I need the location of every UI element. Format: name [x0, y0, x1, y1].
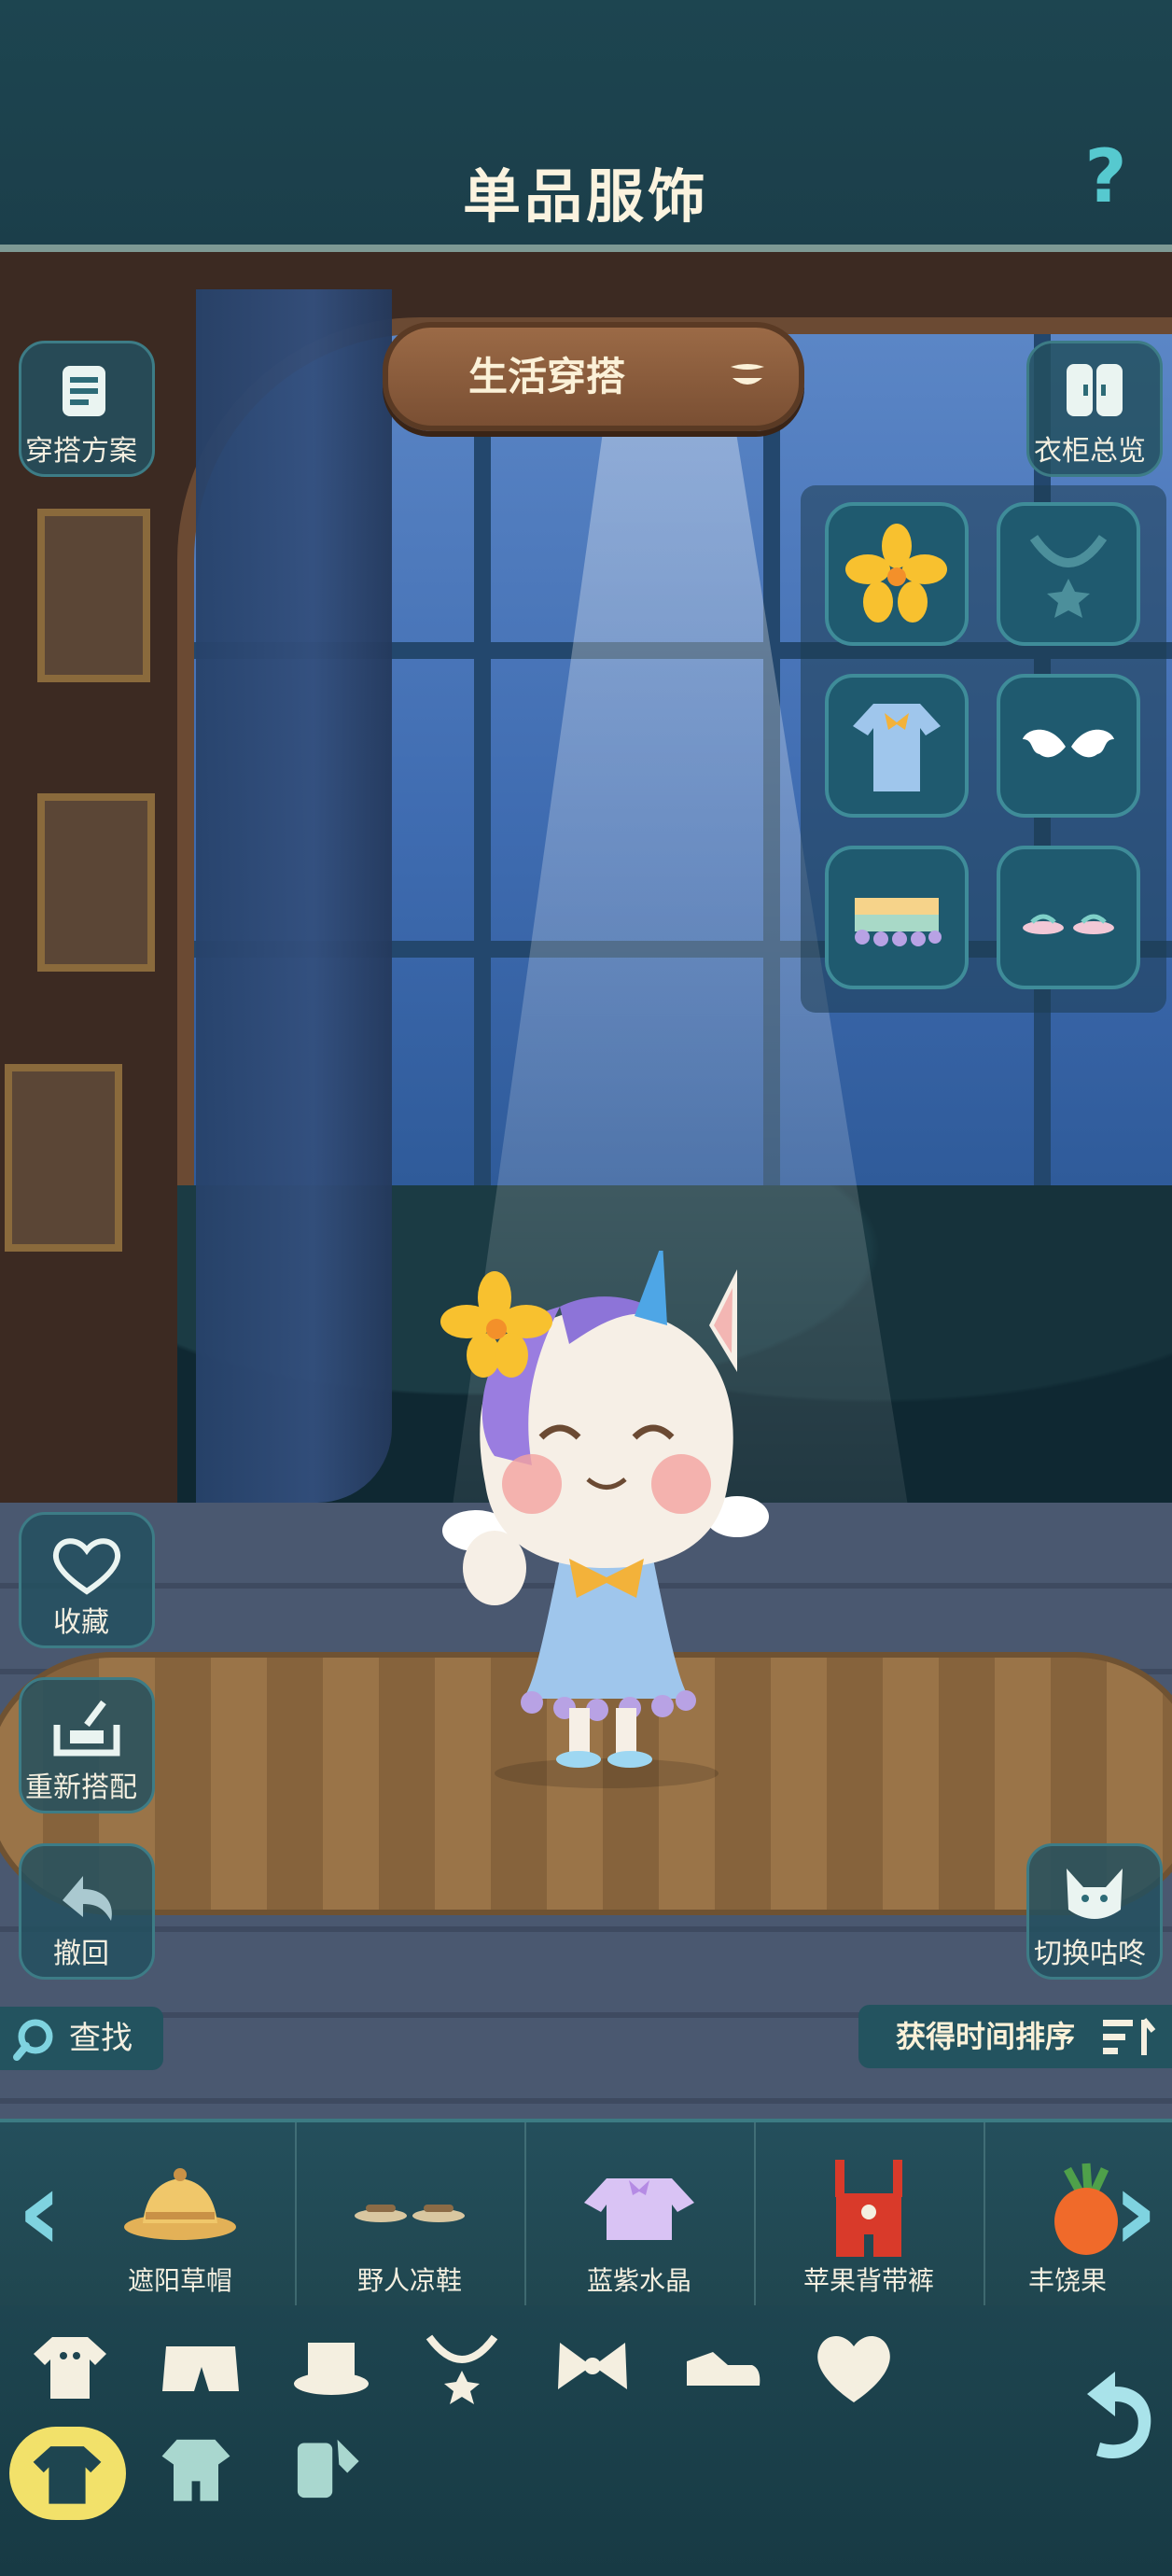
undo-arrow-icon: [63, 1876, 112, 1921]
wardrobe-icon: [1067, 364, 1123, 416]
re-match-icon: [53, 1700, 120, 1757]
item-label: 蓝紫水晶: [586, 2265, 691, 2296]
picture-frame: [37, 793, 155, 972]
sort-icon: [1103, 2018, 1156, 2055]
category-pants-icon[interactable]: [159, 2324, 243, 2408]
straw-hat-icon: [124, 2168, 236, 2240]
blue-dress-icon: [853, 704, 941, 791]
pastel-skirt-icon: [855, 898, 942, 946]
equipped-slot-bottom[interactable]: [825, 846, 969, 989]
outfit-plan-icon: [63, 366, 105, 416]
equipped-slot-neck[interactable]: [997, 502, 1140, 646]
header-divider: [0, 245, 1172, 252]
item-card[interactable]: 遮阳草帽: [65, 2122, 297, 2309]
category-shoe-icon[interactable]: [681, 2324, 765, 2408]
subcategory-dye-tab[interactable]: [289, 2431, 373, 2515]
equipped-slot-top[interactable]: [825, 674, 969, 818]
wardrobe-overview-label: 衣柜总览: [1034, 435, 1146, 468]
question-mark-icon[interactable]: ?: [1068, 140, 1143, 215]
outfit-plan-label: 穿搭方案: [25, 435, 137, 468]
category-shirt-icon[interactable]: [28, 2324, 112, 2408]
sandals-icon: [355, 2205, 465, 2222]
item-list: 遮阳草帽 野人凉鞋 蓝紫水晶 苹果背带裤 丰饶果: [0, 2119, 1172, 2309]
clothes-icon: [33, 2446, 102, 2504]
search-icon: [13, 2019, 53, 2061]
purple-top-icon: [584, 2178, 694, 2240]
equipped-slot-head[interactable]: [825, 502, 969, 646]
sandals-icon: [1023, 914, 1114, 934]
dye-icon: [297, 2439, 359, 2499]
outfit-type-label: 生活穿搭: [467, 354, 625, 399]
item-card[interactable]: 蓝紫水晶: [524, 2122, 756, 2309]
search-label: 查找: [69, 2020, 133, 2057]
dropdown-icon: [731, 364, 764, 385]
item-label: 遮阳草帽: [127, 2265, 232, 2296]
undo-label: 撤回: [53, 1938, 109, 1970]
necklace-icon: [1029, 535, 1108, 618]
switch-character-label: 切换咕咚: [1034, 1938, 1146, 1970]
subcategory-outfit-set-tab[interactable]: [159, 2431, 243, 2515]
wings-icon: [1023, 729, 1114, 758]
scroll-left-arrow[interactable]: ‹: [17, 2147, 63, 2277]
curtain: [196, 289, 392, 1503]
favorite-label: 收藏: [53, 1606, 109, 1639]
equipped-slot-shoes[interactable]: [997, 846, 1140, 989]
item-card[interactable]: 苹果背带裤: [754, 2122, 985, 2309]
item-label: 野人凉鞋: [356, 2265, 462, 2296]
equipped-slot-back[interactable]: [997, 674, 1140, 818]
item-card[interactable]: 野人凉鞋: [295, 2122, 526, 2309]
sort-button[interactable]: 获得时间排序: [858, 2005, 1172, 2068]
red-overalls-icon: [835, 2160, 902, 2257]
subcategory-clothes-tab[interactable]: [9, 2427, 126, 2520]
return-arrow-icon[interactable]: [1059, 2366, 1162, 2469]
heart-icon: [52, 1538, 121, 1595]
search-button[interactable]: 查找: [0, 2007, 163, 2070]
outfit-type-dropdown[interactable]: 生活穿搭: [383, 322, 804, 431]
outfit-set-icon: [161, 2439, 230, 2501]
category-hat-icon[interactable]: [289, 2324, 373, 2408]
unicorn-character: [440, 1251, 769, 1788]
scroll-right-arrow[interactable]: ›: [1112, 2147, 1158, 2277]
item-label: 苹果背带裤: [802, 2265, 934, 2296]
category-heart-icon[interactable]: [812, 2324, 896, 2408]
sort-label: 获得时间排序: [896, 2019, 1076, 2054]
yellow-flower-icon: [845, 524, 947, 623]
category-bow-icon[interactable]: [551, 2324, 635, 2408]
re-match-label: 重新搭配: [25, 1771, 137, 1804]
equipped-items-panel: [801, 485, 1166, 1013]
page-title: 单品服饰: [462, 162, 709, 231]
picture-frame: [37, 509, 150, 682]
switch-character-icon: [1067, 1869, 1123, 1919]
category-necklace-icon[interactable]: [420, 2324, 504, 2408]
picture-frame: [5, 1064, 122, 1252]
